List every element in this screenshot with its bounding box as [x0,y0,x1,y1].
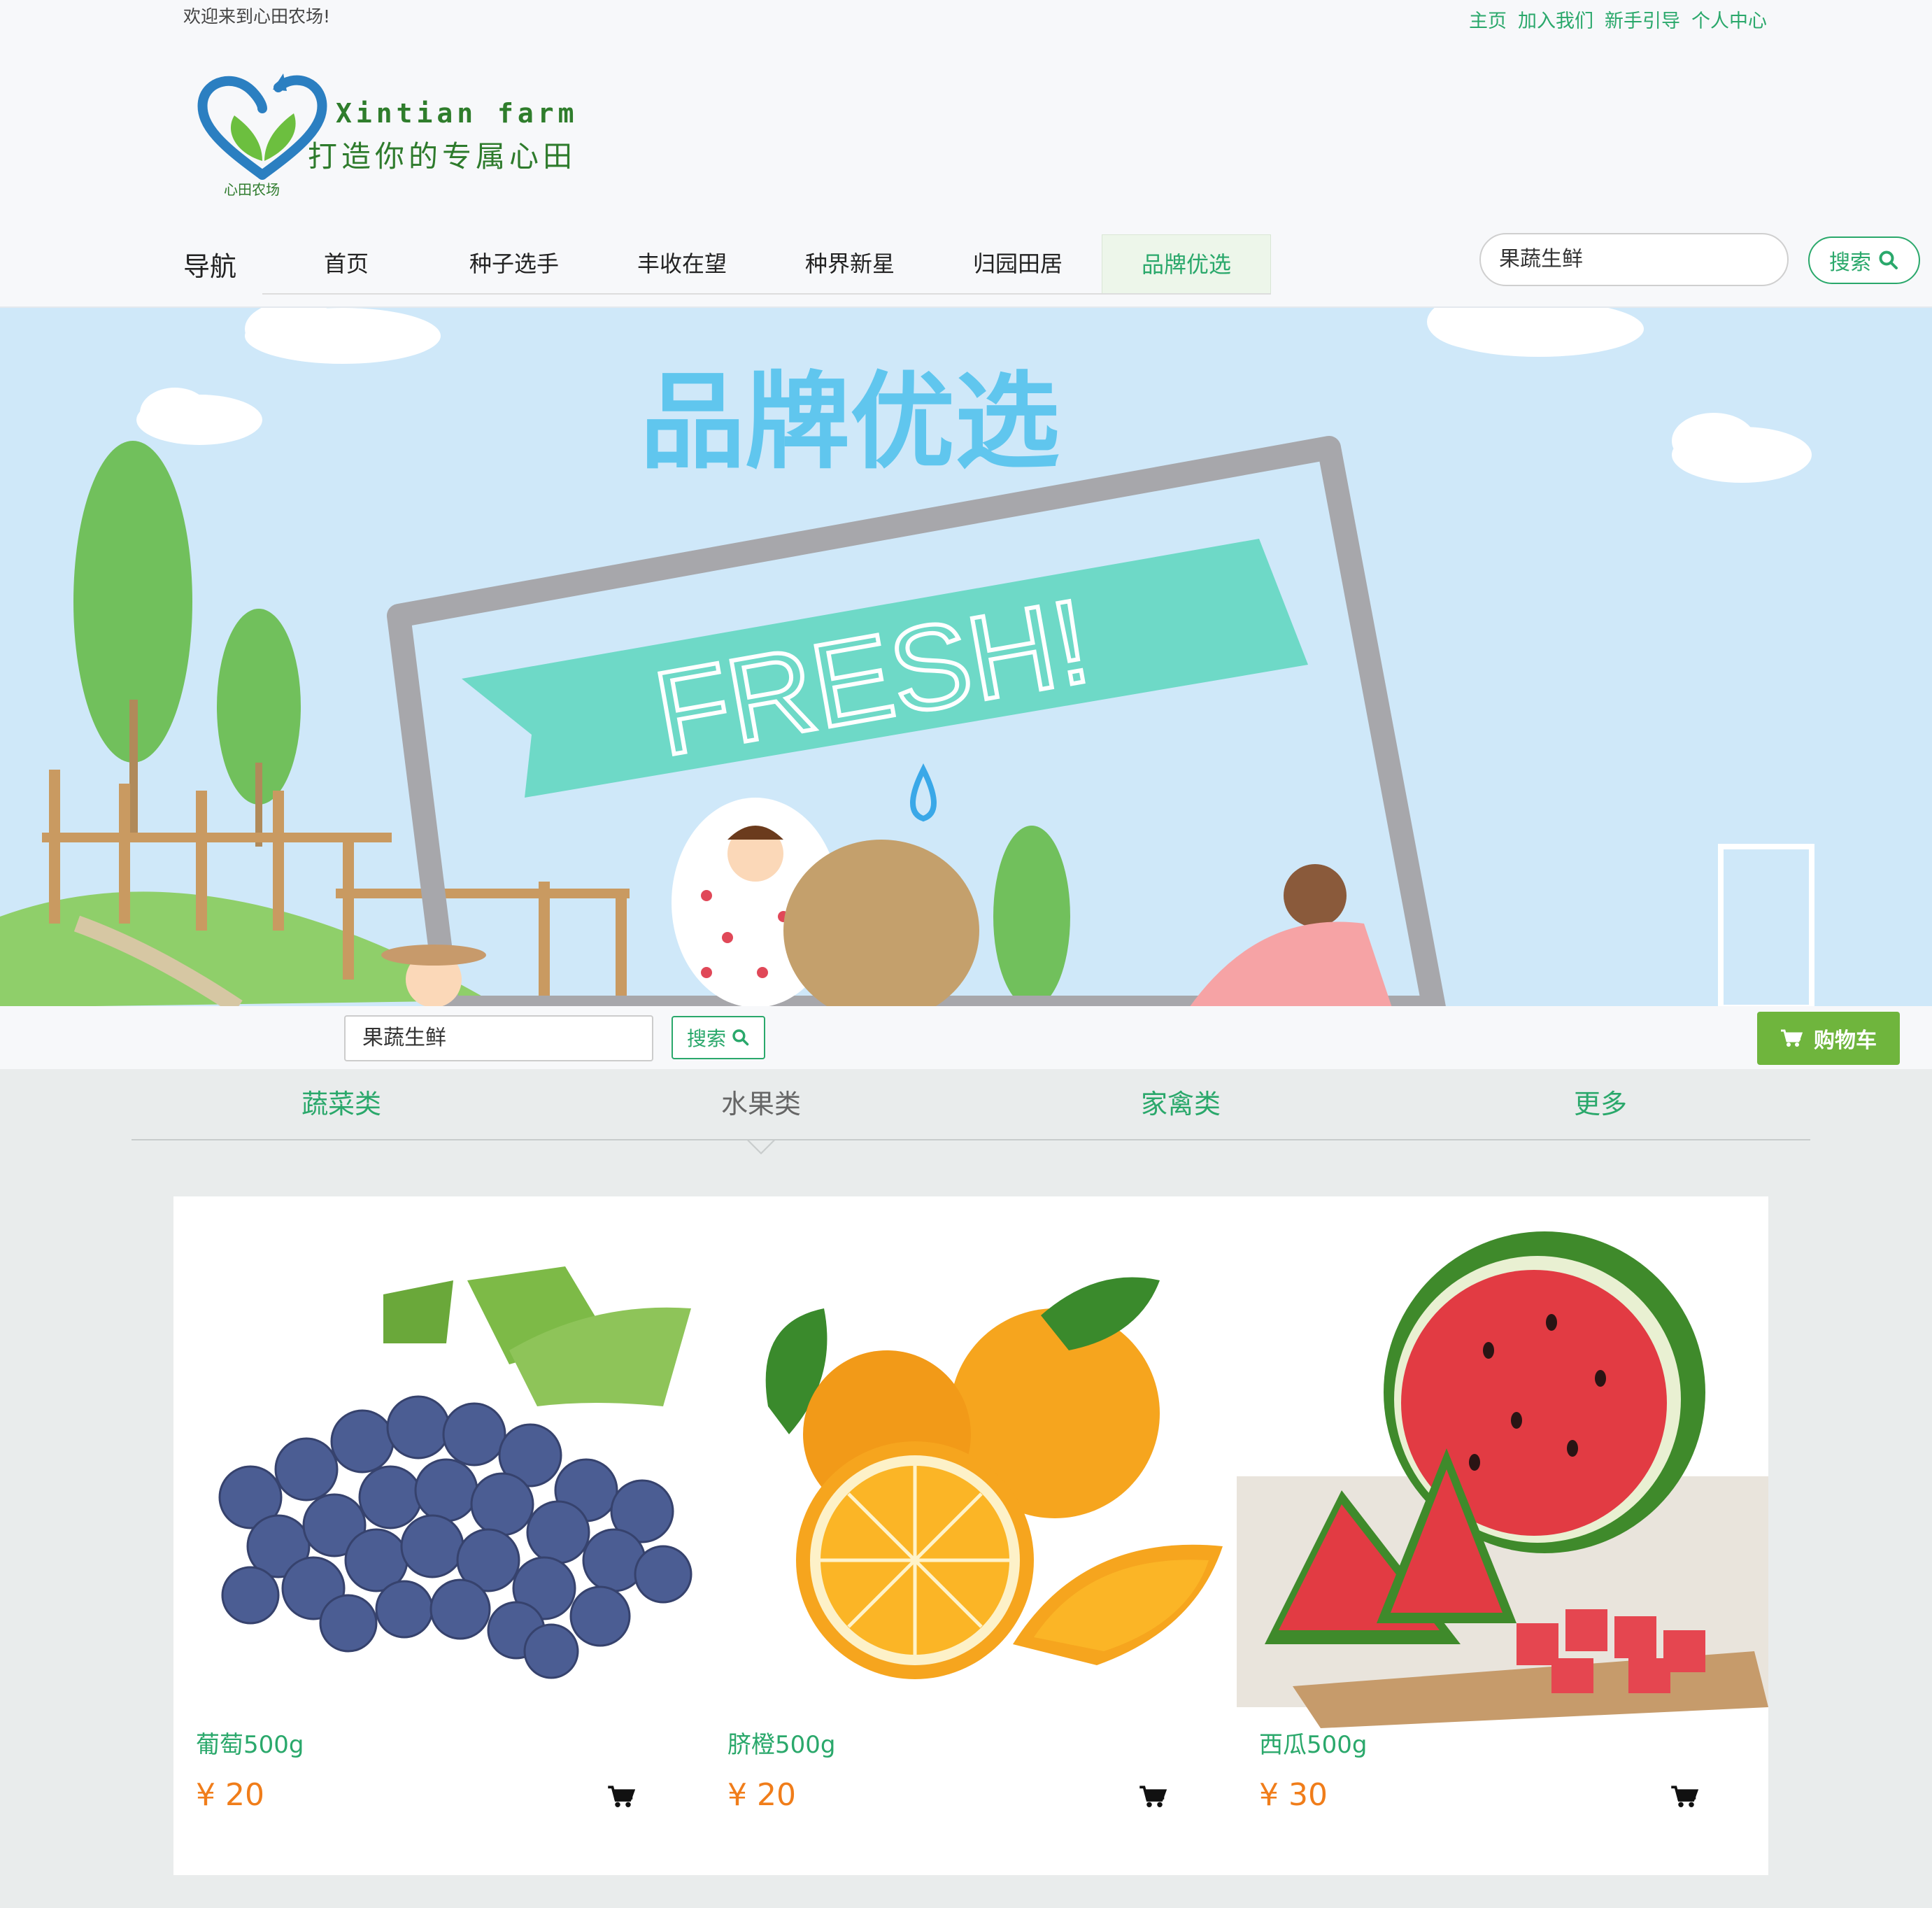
nav-item-brand-selection[interactable]: 品牌优选 [1102,234,1271,293]
main-nav: 首页 种子选手 丰收在望 种界新星 归园田居 品牌优选 [262,234,1271,295]
link-beginner-guide[interactable]: 新手引导 [1605,6,1680,33]
product-search-input[interactable]: 果蔬生鲜 [344,1015,653,1061]
oranges-image[interactable] [705,1196,1237,1728]
watermelon-image[interactable] [1237,1196,1768,1728]
product-search-button[interactable]: 搜索 [672,1016,765,1059]
product-price: ¥ 20 [196,1777,264,1813]
brand-english-name: Xintian farm [336,98,578,129]
tab-fruits[interactable]: 水果类 [551,1069,971,1154]
nav-item-seed-players[interactable]: 种子选手 [430,234,598,293]
tab-poultry[interactable]: 家禽类 [971,1069,1391,1139]
product-card[interactable]: 西瓜500g ¥ 30 [1237,1196,1768,1875]
product-card[interactable]: 葡萄500g ¥ 20 [173,1196,705,1875]
link-home[interactable]: 主页 [1469,6,1507,33]
product-search-label: 搜索 [686,1027,726,1050]
banner-illustration: FRESH! 品牌优选 [0,308,1814,1008]
shopping-cart-button[interactable]: 购物车 [1757,1012,1900,1065]
header-search-label: 搜索 [1829,250,1871,275]
add-to-cart-icon[interactable] [1139,1783,1167,1811]
link-join-us[interactable]: 加入我们 [1518,6,1593,33]
category-tabs: 蔬菜类 水果类 家禽类 更多 [132,1069,1810,1154]
nav-item-new-stars[interactable]: 种界新星 [766,234,934,293]
brand-small-name: 心田农场 [224,181,280,198]
header-search-button[interactable]: 搜索 [1808,236,1920,284]
product-price: ¥ 30 [1259,1777,1328,1813]
search-icon [1879,250,1898,269]
welcome-text: 欢迎来到心田农场! [183,6,331,27]
cart-icon [1781,1029,1803,1047]
nav-item-home[interactable]: 首页 [262,234,430,293]
product-name[interactable]: 西瓜500g [1259,1725,1367,1760]
header-search-input[interactable]: 果蔬生鲜 [1479,233,1789,286]
promo-banner: FRESH! 品牌优选 [0,306,1932,1008]
nav-item-countryside[interactable]: 归园田居 [934,234,1102,293]
product-name[interactable]: 脐橙500g [727,1725,835,1760]
search-icon [732,1029,749,1046]
site-logo[interactable]: Xintian farm 打造你的专属心田 心田农场 [196,70,602,203]
product-card[interactable]: 脐橙500g ¥ 20 [705,1196,1237,1875]
shopping-cart-label: 购物车 [1814,1029,1877,1053]
product-grid: 葡萄500g ¥ 20 脐橙500g ¥ 20 西瓜500g ¥ 30 [173,1196,1768,1875]
grapes-image[interactable] [173,1196,705,1728]
brand-slogan: 打造你的专属心田 [308,139,577,174]
banner-title: 品牌优选 [640,362,1060,483]
sub-toolbar [0,1006,1932,1069]
banner-flag-text: FRESH! [646,574,1098,781]
tab-more[interactable]: 更多 [1391,1069,1810,1139]
add-to-cart-icon[interactable] [1670,1783,1698,1811]
link-user-center[interactable]: 个人中心 [1691,6,1767,33]
tab-vegetables[interactable]: 蔬菜类 [132,1069,551,1139]
top-links: 主页 加入我们 新手引导 个人中心 [1469,6,1767,33]
product-price: ¥ 20 [727,1777,796,1813]
nav-label: 导航 [183,251,237,282]
add-to-cart-icon[interactable] [607,1783,635,1811]
nav-item-harvest[interactable]: 丰收在望 [598,234,766,293]
product-name[interactable]: 葡萄500g [196,1725,304,1760]
